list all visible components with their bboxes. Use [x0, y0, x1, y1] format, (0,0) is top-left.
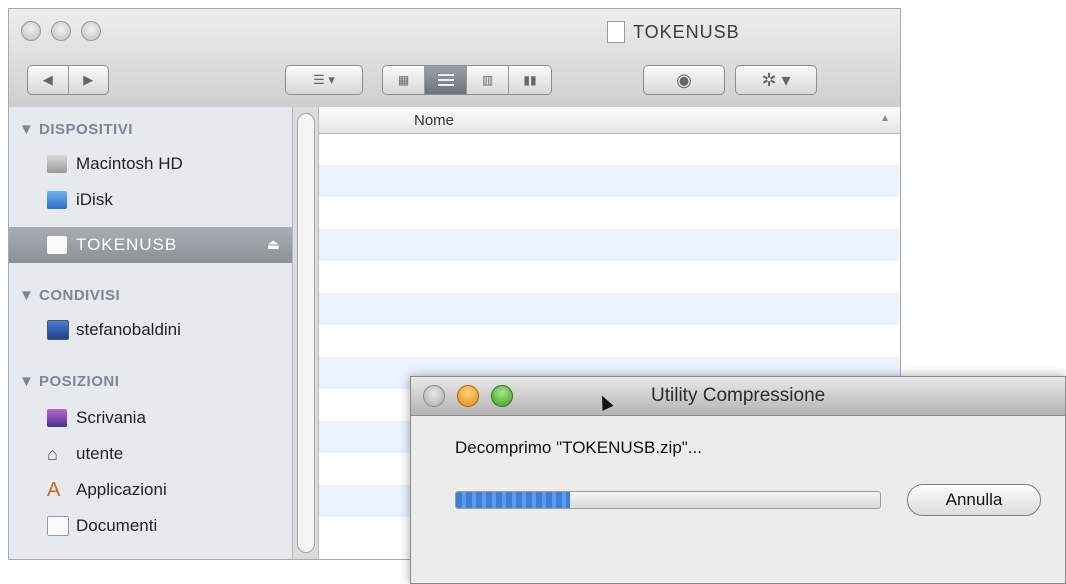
- cancel-button[interactable]: Annulla: [907, 484, 1041, 516]
- dialog-zoom-button[interactable]: [491, 385, 513, 407]
- list-row: [319, 325, 900, 357]
- dialog-title: Utility Compressione: [651, 385, 826, 406]
- sidebar-item-label: stefanobaldini: [76, 320, 181, 339]
- coverflow-icon: ▮▮: [523, 73, 537, 87]
- progress-bar: [455, 491, 881, 509]
- coverflow-view-button[interactable]: ▮▮: [509, 66, 551, 94]
- computer-icon: [47, 320, 69, 340]
- window-title-text: TOKENUSB: [633, 21, 740, 42]
- sidebar-item-utente[interactable]: ⌂ utente: [9, 437, 292, 471]
- quick-look-button[interactable]: ◉: [643, 65, 725, 95]
- sidebar-item-label: Macintosh HD: [76, 154, 183, 173]
- icon-view-button[interactable]: ▦: [383, 66, 425, 94]
- list-row: [319, 165, 900, 197]
- desktop-icon: [47, 409, 67, 427]
- dialog-titlebar: Utility Compressione: [411, 377, 1065, 416]
- list-view-button[interactable]: [425, 66, 467, 94]
- dialog-close-button[interactable]: [423, 385, 445, 407]
- back-button[interactable]: ◀: [28, 72, 68, 88]
- sort-ascending-icon: ▲: [880, 113, 890, 124]
- sidebar-item-scrivania[interactable]: Scrivania: [9, 401, 292, 435]
- sidebar-item-label: Applicazioni: [76, 480, 167, 499]
- sidebar-item-label: Documenti: [76, 516, 158, 535]
- minimize-button[interactable]: [51, 21, 71, 41]
- sidebar-item-tokenusb[interactable]: TOKENUSB ⏏: [9, 227, 292, 263]
- list-row: [319, 197, 900, 229]
- columns-icon: ▥: [481, 73, 494, 87]
- eye-icon: ◉: [676, 69, 692, 90]
- sidebar-item-label: utente: [76, 444, 124, 463]
- view-mode-control: ▦ ▥ ▮▮: [382, 65, 552, 95]
- mouse-pointer-icon: [596, 393, 614, 411]
- sidebar-item-label: TOKENUSB: [76, 235, 178, 254]
- finder-titlebar: TOKENUSB ◀ ▶ ☰ ▾ ▦ ▥ ▮▮ ◉ ✲ ▾: [9, 9, 900, 108]
- dialog-minimize-button[interactable]: [457, 385, 479, 407]
- back-forward-buttons: ◀ ▶: [27, 65, 109, 95]
- sidebar-item-documenti[interactable]: Documenti: [9, 509, 292, 543]
- sidebar-item-label: iDisk: [76, 190, 113, 209]
- sidebar: ▼ DISPOSITIVI Macintosh HD iDisk TOKENUS…: [9, 107, 292, 559]
- sidebar-item-label: Scrivania: [76, 408, 146, 427]
- list-row: [319, 261, 900, 293]
- section-header-shared: ▼ CONDIVISI: [19, 287, 121, 304]
- usb-drive-icon: [607, 21, 625, 43]
- arrange-button[interactable]: ☰ ▾: [285, 65, 363, 95]
- sidebar-item-macintosh-hd[interactable]: Macintosh HD: [9, 147, 292, 181]
- gear-icon: ✲ ▾: [761, 69, 791, 90]
- list-row: [319, 229, 900, 261]
- action-menu-button[interactable]: ✲ ▾: [735, 65, 817, 95]
- column-header-name[interactable]: Nome: [414, 112, 454, 129]
- list-row: [319, 133, 900, 165]
- eject-icon[interactable]: ⏏: [267, 236, 280, 253]
- grid-icon: ▦: [397, 73, 410, 87]
- sidebar-item-idisk[interactable]: iDisk: [9, 183, 292, 217]
- hard-drive-icon: [47, 155, 67, 173]
- decompress-status-text: Decomprimo "TOKENUSB.zip"...: [455, 438, 702, 457]
- sidebar-item-stefanobaldini[interactable]: stefanobaldini: [9, 313, 292, 347]
- list-header: Nome ▲: [319, 107, 900, 134]
- column-view-button[interactable]: ▥: [467, 66, 509, 94]
- sidebar-item-applicazioni[interactable]: A Applicazioni: [9, 473, 292, 507]
- archive-utility-dialog: Utility Compressione Decomprimo "TOKENUS…: [410, 376, 1066, 584]
- home-icon: ⌂: [47, 444, 58, 464]
- progress-fill: [456, 492, 571, 508]
- applications-icon: A: [47, 479, 61, 501]
- forward-button[interactable]: ▶: [69, 72, 109, 88]
- list-icon: [437, 74, 454, 86]
- section-header-places: ▼ POSIZIONI: [19, 373, 120, 390]
- window-title: TOKENUSB: [607, 21, 740, 43]
- usb-drive-icon: [47, 236, 67, 254]
- list-row: [319, 293, 900, 325]
- close-button[interactable]: [21, 21, 41, 41]
- zoom-button[interactable]: [81, 21, 101, 41]
- arrange-icon: ☰ ▾: [313, 72, 335, 87]
- section-header-devices: ▼ DISPOSITIVI: [19, 121, 133, 138]
- sidebar-scrollbar[interactable]: [292, 107, 319, 559]
- idisk-icon: [47, 191, 67, 209]
- documents-icon: [47, 516, 69, 536]
- scrollbar-thumb[interactable]: [297, 113, 315, 553]
